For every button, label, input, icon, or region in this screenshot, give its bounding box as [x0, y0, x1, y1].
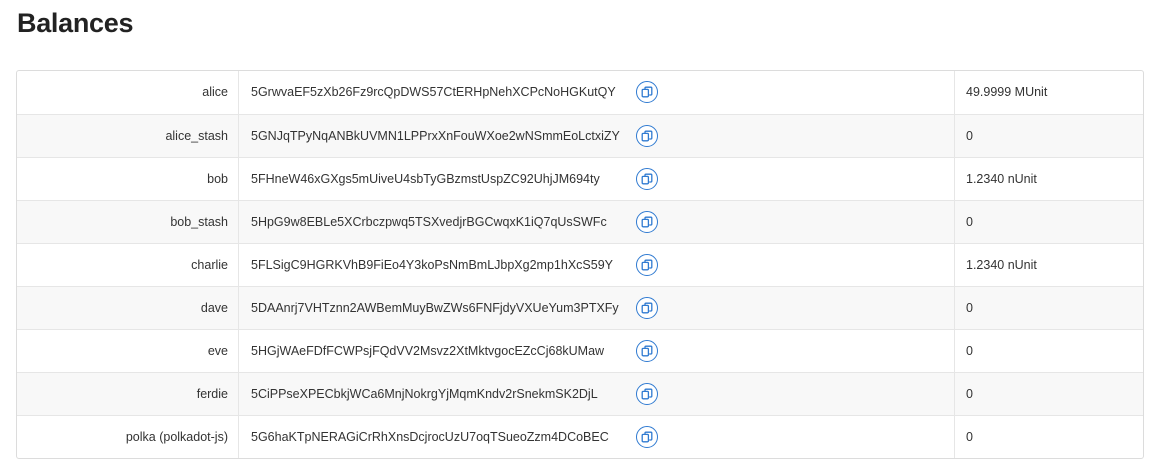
copy-icon [641, 388, 653, 399]
copy-cell [636, 242, 955, 286]
account-address: 5GNJqTPyNqANBkUVMN1LPPrxXnFouWXoe2wNSmmE… [238, 113, 636, 157]
account-name: alice [17, 71, 239, 114]
copy-address-button[interactable] [636, 382, 658, 405]
copy-cell [636, 328, 955, 372]
copy-cell [636, 71, 955, 114]
account-address: 5FHneW46xGXgs5mUiveU4sbTyGBzmstUspZC92Uh… [238, 156, 636, 200]
table-row: eve 5HGjWAeFDfFCWPsjFQdVV2Msvz2XtMktvgoc… [17, 328, 1143, 372]
account-balance: 0 [954, 199, 1143, 243]
copy-address-button[interactable] [636, 296, 658, 319]
account-address: 5FLSigC9HGRKVhB9FiEo4Y3koPsNmBmLJbpXg2mp… [238, 242, 636, 286]
account-balance: 0 [954, 328, 1143, 372]
account-name: polka (polkadot-js) [17, 414, 239, 458]
account-name: bob [17, 156, 239, 200]
account-balance: 49.9999 MUnit [954, 71, 1143, 114]
account-name: dave [17, 285, 239, 329]
page-title: Balances [17, 8, 134, 38]
copy-icon [641, 259, 653, 270]
table-row: charlie 5FLSigC9HGRKVhB9FiEo4Y3koPsNmBmL… [17, 242, 1143, 286]
copy-address-button[interactable] [636, 339, 658, 362]
table-row: alice_stash 5GNJqTPyNqANBkUVMN1LPPrxXnFo… [17, 113, 1143, 157]
balances-table-body: alice 5GrwvaEF5zXb26Fz9rcQpDWS57CtERHpNe… [17, 71, 1143, 458]
table-row: bob 5FHneW46xGXgs5mUiveU4sbTyGBzmstUspZC… [17, 156, 1143, 200]
copy-icon [641, 173, 653, 184]
account-address: 5G6haKTpNERAGiCrRhXnsDcjrocUzU7oqTSueoZz… [238, 414, 636, 458]
account-name: alice_stash [17, 113, 239, 157]
account-balance: 1.2340 nUnit [954, 242, 1143, 286]
table-row: polka (polkadot-js) 5G6haKTpNERAGiCrRhXn… [17, 414, 1143, 458]
copy-cell [636, 113, 955, 157]
copy-address-button[interactable] [636, 81, 658, 104]
balances-table: alice 5GrwvaEF5zXb26Fz9rcQpDWS57CtERHpNe… [16, 70, 1144, 459]
copy-cell [636, 285, 955, 329]
account-address: 5CiPPseXPECbkjWCa6MnjNokrgYjMqmKndv2rSne… [238, 371, 636, 415]
copy-icon [641, 86, 653, 98]
account-address: 5HpG9w8EBLe5XCrbczpwq5TSXvedjrBGCwqxK1iQ… [238, 199, 636, 243]
copy-address-button[interactable] [636, 124, 658, 147]
account-address: 5GrwvaEF5zXb26Fz9rcQpDWS57CtERHpNehXCPcN… [251, 85, 616, 100]
account-balance: 0 [954, 113, 1143, 157]
copy-icon [641, 216, 653, 227]
account-address: 5HGjWAeFDfFCWPsjFQdVV2Msvz2XtMktvgocEZcC… [238, 328, 636, 372]
account-name: bob_stash [17, 199, 239, 243]
copy-cell [636, 371, 955, 415]
account-address: 5DAAnrj7VHTznn2AWBemMuyBwZWs6FNFjdyVXUeY… [238, 285, 636, 329]
account-balance: 0 [954, 371, 1143, 415]
account-balance: 0 [954, 285, 1143, 329]
copy-cell [636, 156, 955, 200]
account-name: charlie [17, 242, 239, 286]
copy-address-button[interactable] [636, 253, 658, 276]
copy-cell [636, 414, 955, 458]
account-balance: 1.2340 nUnit [954, 156, 1143, 200]
copy-icon [641, 130, 653, 141]
account-name: ferdie [17, 371, 239, 415]
copy-icon [641, 302, 653, 313]
table-row: dave 5DAAnrj7VHTznn2AWBemMuyBwZWs6FNFjdy… [17, 285, 1143, 329]
copy-icon [641, 345, 653, 356]
copy-address-button[interactable] [636, 425, 658, 448]
copy-cell [636, 199, 955, 243]
table-row: alice 5GrwvaEF5zXb26Fz9rcQpDWS57CtERHpNe… [17, 71, 1143, 114]
account-name: eve [17, 328, 239, 372]
copy-icon [641, 431, 653, 443]
table-row: bob_stash 5HpG9w8EBLe5XCrbczpwq5TSXvedjr… [17, 199, 1143, 243]
copy-address-button[interactable] [636, 167, 658, 190]
copy-address-button[interactable] [636, 210, 658, 233]
table-row: ferdie 5CiPPseXPECbkjWCa6MnjNokrgYjMqmKn… [17, 371, 1143, 415]
account-balance: 0 [954, 414, 1143, 458]
